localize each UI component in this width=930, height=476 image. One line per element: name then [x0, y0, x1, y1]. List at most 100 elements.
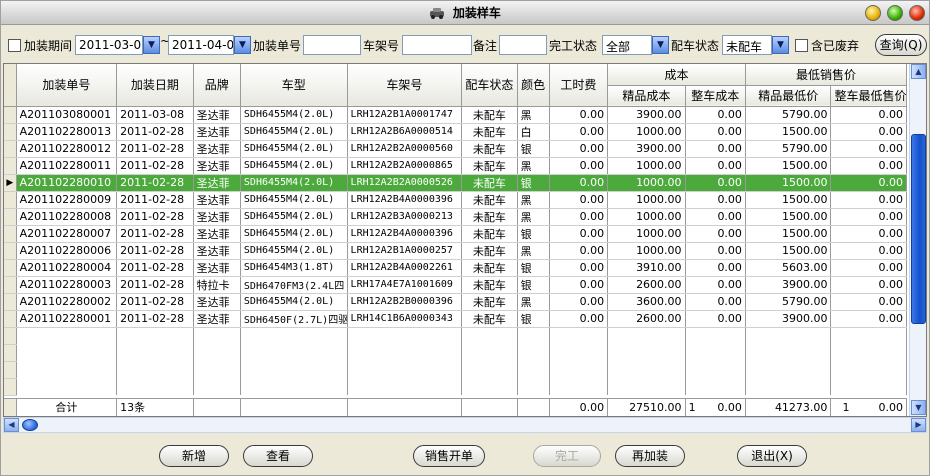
cell-model[interactable]: SDH6455M4(2.0L) — [240, 174, 348, 192]
cell-min-price-vehicle[interactable]: 0.00 — [830, 276, 907, 294]
cell-brand[interactable]: 特拉卡 — [193, 276, 241, 294]
header-cost-vehicle[interactable]: 整车成本 — [685, 85, 746, 107]
cell-model[interactable]: SDH6455M4(2.0L) — [240, 106, 348, 124]
query-button[interactable]: 查询(Q) — [875, 34, 927, 56]
vertical-scrollbar[interactable]: ▲ ▼ — [909, 64, 926, 416]
cell-model[interactable]: SDH6455M4(2.0L) — [240, 191, 348, 209]
cell-color[interactable]: 银 — [517, 259, 550, 277]
cell-match-status[interactable]: 未配车 — [461, 310, 518, 328]
match-status-dropdown-icon[interactable]: ▼ — [772, 36, 789, 54]
table-row[interactable]: A201102280001 2011-02-28 圣达菲 SDH6450F(2.7L)… — [4, 310, 907, 328]
cell-cost-parts[interactable]: 1000.00 — [607, 123, 686, 141]
header-date[interactable]: 加装日期 — [116, 64, 194, 107]
cell-labor[interactable]: 0.00 — [549, 157, 609, 175]
cell-labor[interactable]: 0.00 — [549, 174, 609, 192]
row-indicator[interactable] — [4, 259, 17, 277]
cell-vin[interactable]: LRH12A2B2B0000396 — [347, 293, 463, 311]
cell-min-price-parts[interactable]: 1500.00 — [745, 208, 832, 226]
finish-status-dropdown-icon[interactable]: ▼ — [652, 36, 669, 54]
table-row[interactable]: A201103080001 2011-03-08 圣达菲 SDH6455M4(2.0L… — [4, 106, 907, 124]
cell-cost-vehicle[interactable]: 0.00 — [685, 140, 746, 158]
cell-match-status[interactable]: 未配车 — [461, 174, 518, 192]
cell-date[interactable]: 2011-02-28 — [116, 140, 194, 158]
cell-date[interactable]: 2011-02-28 — [116, 225, 194, 243]
row-indicator[interactable] — [4, 106, 17, 124]
cell-cost-parts[interactable]: 1000.00 — [607, 191, 686, 209]
cell-labor[interactable]: 0.00 — [549, 276, 609, 294]
cell-cost-parts[interactable]: 1000.00 — [607, 174, 686, 192]
cell-cost-vehicle[interactable]: 0.00 — [685, 293, 746, 311]
cell-model[interactable]: SDH6454M3(1.8T) — [240, 259, 348, 277]
cell-labor[interactable]: 0.00 — [549, 225, 609, 243]
exit-button[interactable]: 退出(X) — [737, 445, 807, 467]
cell-order-no[interactable]: A201103080001 — [16, 106, 118, 124]
cell-min-price-parts[interactable]: 5603.00 — [745, 259, 832, 277]
cell-model[interactable]: SDH6455M4(2.0L) — [240, 293, 348, 311]
cell-model[interactable]: SDH6450F(2.7L)四驱 — [240, 310, 348, 328]
row-indicator[interactable] — [4, 208, 17, 226]
cell-labor[interactable]: 0.00 — [549, 191, 609, 209]
complete-button[interactable]: 完工 — [533, 445, 601, 467]
cell-min-price-parts[interactable]: 1500.00 — [745, 242, 832, 260]
cell-min-price-vehicle[interactable]: 0.00 — [830, 157, 907, 175]
cell-match-status[interactable]: 未配车 — [461, 140, 518, 158]
cell-order-no[interactable]: A201102280008 — [16, 208, 118, 226]
cell-min-price-parts[interactable]: 5790.00 — [745, 293, 832, 311]
cell-match-status[interactable]: 未配车 — [461, 157, 518, 175]
row-indicator[interactable] — [4, 123, 17, 141]
cell-cost-vehicle[interactable]: 0.00 — [685, 106, 746, 124]
match-status-select[interactable]: 未配车 — [722, 35, 772, 55]
scroll-left-icon[interactable]: ◀ — [4, 418, 19, 432]
header-vin[interactable]: 车架号 — [347, 64, 463, 107]
cell-vin[interactable]: LRH12A2B2A0000865 — [347, 157, 463, 175]
header-color[interactable]: 颜色 — [517, 64, 550, 107]
cell-min-price-vehicle[interactable]: 0.00 — [830, 225, 907, 243]
cell-date[interactable]: 2011-02-28 — [116, 123, 194, 141]
cell-cost-vehicle[interactable]: 0.00 — [685, 276, 746, 294]
cell-brand[interactable]: 圣达菲 — [193, 140, 241, 158]
cell-brand[interactable]: 圣达菲 — [193, 174, 241, 192]
cell-vin[interactable]: LRH12A2B1A0000257 — [347, 242, 463, 260]
cell-vin[interactable]: LRH12A2B4A0002261 — [347, 259, 463, 277]
cell-vin[interactable]: LRH17A4E7A1001609 — [347, 276, 463, 294]
cell-min-price-parts[interactable]: 1500.00 — [745, 157, 832, 175]
cell-order-no[interactable]: A201102280004 — [16, 259, 118, 277]
remark-input[interactable] — [499, 35, 547, 55]
cell-vin[interactable]: LRH12A2B4A0000396 — [347, 191, 463, 209]
cell-brand[interactable]: 圣达菲 — [193, 310, 241, 328]
cell-min-price-vehicle[interactable]: 0.00 — [830, 242, 907, 260]
table-row[interactable]: A201102280003 2011-02-28 特拉卡 SDH6470FM3(2.4… — [4, 276, 907, 294]
date-to-dropdown-icon[interactable]: ▼ — [234, 36, 251, 54]
cell-min-price-parts[interactable]: 1500.00 — [745, 191, 832, 209]
cell-date[interactable]: 2011-02-28 — [116, 157, 194, 175]
cell-order-no[interactable]: A201102280013 — [16, 123, 118, 141]
cell-match-status[interactable]: 未配车 — [461, 259, 518, 277]
cell-model[interactable]: SDH6455M4(2.0L) — [240, 123, 348, 141]
table-row[interactable]: A201102280013 2011-02-28 圣达菲 SDH6455M4(2.0L… — [4, 123, 907, 141]
horizontal-scrollbar[interactable]: ◀ ▶ — [3, 417, 927, 433]
cell-match-status[interactable]: 未配车 — [461, 106, 518, 124]
cell-min-price-parts[interactable]: 1500.00 — [745, 123, 832, 141]
cell-color[interactable]: 黑 — [517, 293, 550, 311]
cell-date[interactable]: 2011-02-28 — [116, 174, 194, 192]
cell-date[interactable]: 2011-02-28 — [116, 242, 194, 260]
cell-labor[interactable]: 0.00 — [549, 123, 609, 141]
cell-cost-vehicle[interactable]: 0.00 — [685, 157, 746, 175]
header-min-price-parts[interactable]: 精品最低价 — [745, 85, 832, 107]
cell-cost-vehicle[interactable]: 0.00 — [685, 259, 746, 277]
table-row[interactable]: A201102280002 2011-02-28 圣达菲 SDH6455M4(2.0L… — [4, 293, 907, 311]
scroll-right-icon[interactable]: ▶ — [911, 418, 926, 432]
cell-cost-vehicle[interactable]: 0.00 — [685, 225, 746, 243]
finish-status-select[interactable]: 全部 — [602, 35, 652, 55]
cell-date[interactable]: 2011-02-28 — [116, 259, 194, 277]
cell-vin[interactable]: LRH12A2B2A0000526 — [347, 174, 463, 192]
cell-match-status[interactable]: 未配车 — [461, 191, 518, 209]
include-discarded-filter[interactable]: 含已废弃 — [795, 34, 859, 56]
cell-date[interactable]: 2011-02-28 — [116, 191, 194, 209]
table-row[interactable]: A201102280006 2011-02-28 圣达菲 SDH6455M4(2.0L… — [4, 242, 907, 260]
date-to-field[interactable]: 2011-04-02 — [168, 35, 234, 55]
cell-min-price-vehicle[interactable]: 0.00 — [830, 310, 907, 328]
cell-labor[interactable]: 0.00 — [549, 106, 609, 124]
cell-cost-parts[interactable]: 3900.00 — [607, 106, 686, 124]
cell-brand[interactable]: 圣达菲 — [193, 259, 241, 277]
